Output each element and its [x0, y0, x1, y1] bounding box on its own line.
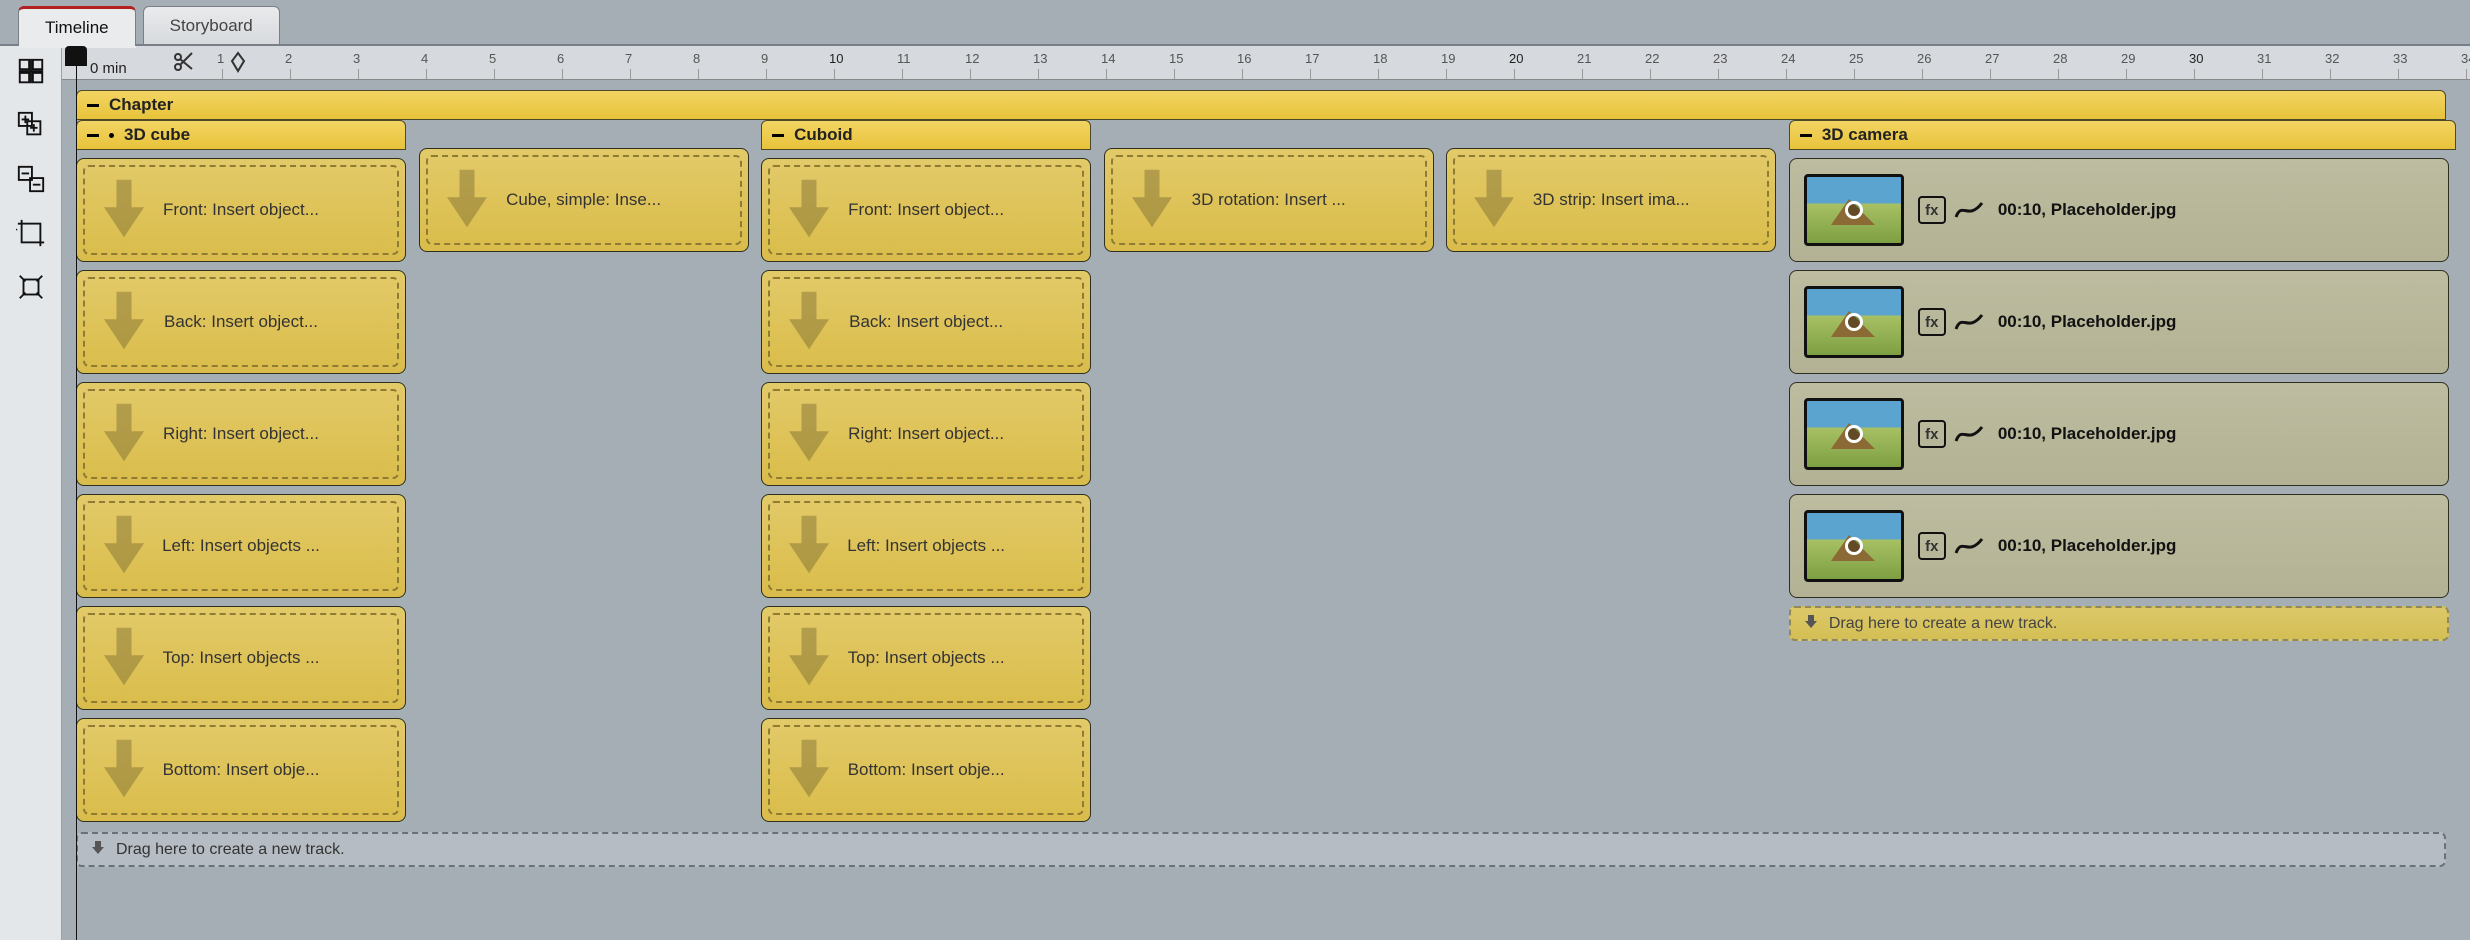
- camera-title: 3D camera: [1822, 125, 1908, 145]
- slot-label: Left: Insert objects ...: [811, 536, 1041, 556]
- slot-label: Back: Insert object...: [126, 312, 356, 332]
- camera-clip[interactable]: fx 00:10, Placeholder.jpg: [1789, 494, 2449, 598]
- cuboid-front-slot[interactable]: Front: Insert object...: [761, 158, 1091, 262]
- tool-group-b-icon[interactable]: [12, 160, 50, 198]
- clip-thumbnail: [1804, 510, 1904, 582]
- chapter-label: Chapter: [109, 95, 173, 115]
- curve-icon[interactable]: [1954, 196, 1984, 224]
- clip-duration: 00:10,: [1998, 536, 2046, 555]
- fx-icon[interactable]: fx: [1918, 308, 1946, 336]
- slot-label: Front: Insert object...: [126, 200, 356, 220]
- time-ruler[interactable]: 0 min 1 2 3 4 5 6 7 8 9 10 11 1: [62, 46, 2470, 80]
- down-arrow-icon: [1803, 613, 1819, 634]
- tool-crop-icon[interactable]: [12, 214, 50, 252]
- slot-label: 3D strip: Insert ima...: [1496, 190, 1726, 210]
- dot-icon: [109, 133, 114, 138]
- down-arrow-icon: [90, 839, 106, 860]
- clip-filename: Placeholder.jpg: [2051, 312, 2177, 331]
- slot-label: Right: Insert object...: [126, 424, 356, 444]
- curve-icon[interactable]: [1954, 420, 1984, 448]
- cube-front-slot[interactable]: Front: Insert object...: [76, 158, 406, 262]
- curve-icon[interactable]: [1954, 308, 1984, 336]
- slot-label: Top: Insert objects ...: [126, 648, 356, 668]
- fx-icon[interactable]: fx: [1918, 532, 1946, 560]
- tool-split-icon[interactable]: [12, 52, 50, 90]
- rotation-slot[interactable]: 3D rotation: Insert ...: [1104, 148, 1434, 252]
- ruler-zero-label: 0 min: [90, 60, 127, 77]
- camera-clip[interactable]: fx 00:10, Placeholder.jpg: [1789, 382, 2449, 486]
- clip-thumbnail: [1804, 286, 1904, 358]
- new-track-label: Drag here to create a new track.: [1829, 615, 2058, 633]
- new-track-label: Drag here to create a new track.: [116, 841, 345, 859]
- cuboid-left-slot[interactable]: Left: Insert objects ...: [761, 494, 1091, 598]
- cube-left-slot[interactable]: Left: Insert objects ...: [76, 494, 406, 598]
- tool-frame-icon[interactable]: [12, 268, 50, 306]
- slot-label: Bottom: Insert obje...: [811, 760, 1041, 780]
- tab-timeline[interactable]: Timeline: [18, 6, 136, 46]
- fx-icon[interactable]: fx: [1918, 420, 1946, 448]
- camera-clip[interactable]: fx 00:10, Placeholder.jpg: [1789, 158, 2449, 262]
- slot-label: Top: Insert objects ...: [811, 648, 1041, 668]
- camera-clip[interactable]: fx 00:10, Placeholder.jpg: [1789, 270, 2449, 374]
- cube-simple-slot[interactable]: Cube, simple: Inse...: [419, 148, 749, 252]
- cube-title: 3D cube: [124, 125, 190, 145]
- collapse-icon[interactable]: [1800, 134, 1812, 137]
- slot-label: Bottom: Insert obje...: [126, 760, 356, 780]
- cuboid-back-slot[interactable]: Back: Insert object...: [761, 270, 1091, 374]
- cube-top-slot[interactable]: Top: Insert objects ...: [76, 606, 406, 710]
- fx-icon[interactable]: fx: [1918, 196, 1946, 224]
- clip-filename: Placeholder.jpg: [2051, 200, 2177, 219]
- cube-header[interactable]: 3D cube: [76, 120, 406, 150]
- cube-bottom-slot[interactable]: Bottom: Insert obje...: [76, 718, 406, 822]
- left-toolbar: [0, 46, 62, 940]
- cuboid-header[interactable]: Cuboid: [761, 120, 1091, 150]
- camera-header[interactable]: 3D camera: [1789, 120, 2456, 150]
- tab-storyboard[interactable]: Storyboard: [143, 6, 280, 44]
- chapter-header[interactable]: Chapter: [76, 90, 2446, 120]
- slot-label: Left: Insert objects ...: [126, 536, 356, 556]
- slot-label: Front: Insert object...: [811, 200, 1041, 220]
- collapse-icon[interactable]: [87, 104, 99, 107]
- chapter-new-track-drop[interactable]: Drag here to create a new track.: [76, 832, 2446, 867]
- cube-back-slot[interactable]: Back: Insert object...: [76, 270, 406, 374]
- tool-group-a-icon[interactable]: [12, 106, 50, 144]
- clip-thumbnail: [1804, 174, 1904, 246]
- cube-right-slot[interactable]: Right: Insert object...: [76, 382, 406, 486]
- strip-slot[interactable]: 3D strip: Insert ima...: [1446, 148, 1776, 252]
- clip-duration: 00:10,: [1998, 424, 2046, 443]
- clip-filename: Placeholder.jpg: [2051, 536, 2177, 555]
- scissors-icon[interactable]: [172, 50, 196, 77]
- curve-icon[interactable]: [1954, 532, 1984, 560]
- clip-duration: 00:10,: [1998, 200, 2046, 219]
- slot-label: Right: Insert object...: [811, 424, 1041, 444]
- slot-label: Back: Insert object...: [811, 312, 1041, 332]
- cuboid-bottom-slot[interactable]: Bottom: Insert obje...: [761, 718, 1091, 822]
- cuboid-title: Cuboid: [794, 125, 853, 145]
- clip-duration: 00:10,: [1998, 312, 2046, 331]
- collapse-icon[interactable]: [87, 134, 99, 137]
- camera-new-track-drop[interactable]: Drag here to create a new track.: [1789, 606, 2449, 641]
- cuboid-top-slot[interactable]: Top: Insert objects ...: [761, 606, 1091, 710]
- clip-thumbnail: [1804, 398, 1904, 470]
- clip-filename: Placeholder.jpg: [2051, 424, 2177, 443]
- cuboid-right-slot[interactable]: Right: Insert object...: [761, 382, 1091, 486]
- collapse-icon[interactable]: [772, 134, 784, 137]
- slot-label: Cube, simple: Inse...: [469, 190, 699, 210]
- slot-label: 3D rotation: Insert ...: [1154, 190, 1384, 210]
